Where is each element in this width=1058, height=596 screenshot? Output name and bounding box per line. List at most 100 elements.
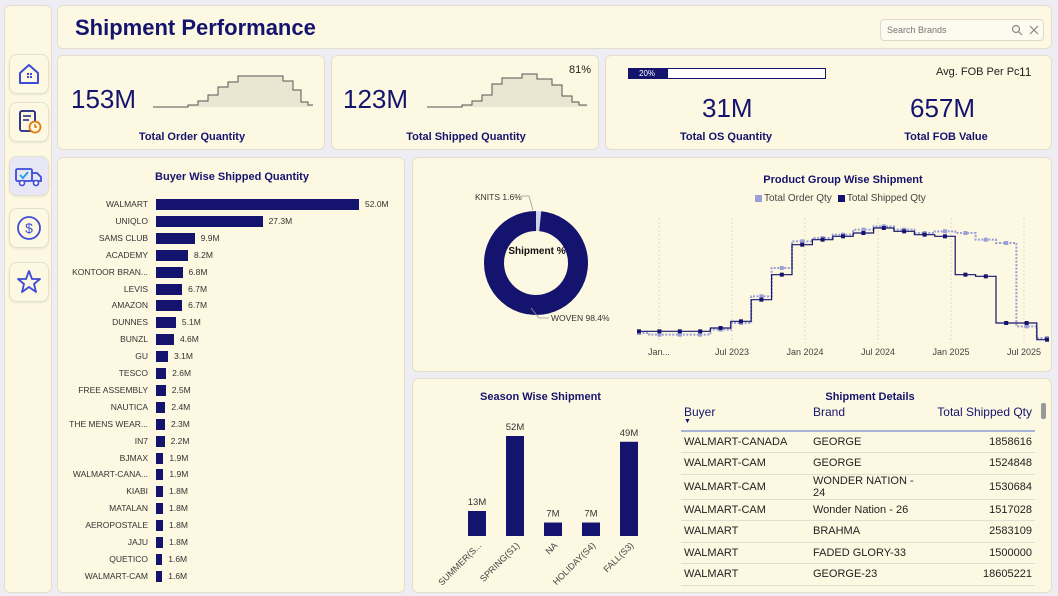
- x-tick-label: Jan 2024: [786, 347, 823, 357]
- buyer-label: MATALAN: [109, 503, 148, 514]
- series-point[interactable]: [1004, 241, 1009, 245]
- buyer-bar[interactable]: [156, 317, 176, 329]
- buyer-bar[interactable]: [156, 384, 166, 396]
- table-scrollbar[interactable]: [1041, 403, 1046, 419]
- series-point[interactable]: [1045, 337, 1049, 342]
- buyer-bar[interactable]: [156, 368, 167, 379]
- buyer-bar[interactable]: [156, 249, 188, 261]
- season-bar[interactable]: [620, 441, 638, 536]
- series-point[interactable]: [922, 232, 927, 237]
- truck-check-icon: [15, 168, 42, 187]
- buyer-label: BUNZL: [120, 334, 148, 345]
- donut-slice[interactable]: [484, 211, 588, 315]
- table-row[interactable]: WALMART FADED GLORY-33 1500000: [681, 542, 1035, 564]
- series-point[interactable]: [637, 329, 641, 334]
- series-order-line[interactable]: [639, 225, 1047, 339]
- buyer-bar[interactable]: [156, 553, 163, 565]
- buyer-bar[interactable]: [156, 503, 164, 515]
- buyer-bar[interactable]: [156, 283, 183, 295]
- series-point[interactable]: [983, 274, 988, 279]
- buyer-chart-title: Buyer Wise Shipped Quantity: [155, 171, 309, 183]
- col-buyer[interactable]: Buyer ▼: [681, 405, 810, 432]
- series-point[interactable]: [820, 237, 825, 242]
- brand-cell: GEORGE-23: [810, 563, 931, 586]
- buyer-bar[interactable]: [156, 215, 263, 227]
- series-shipped-line[interactable]: [639, 227, 1047, 341]
- season-bar[interactable]: [468, 511, 486, 536]
- season-bar[interactable]: [506, 436, 524, 536]
- series-point[interactable]: [963, 272, 968, 277]
- buyer-bar[interactable]: [156, 199, 359, 210]
- buyer-bar-value: 27.3M: [268, 215, 293, 226]
- order-qty-label: Total Order Quantity: [138, 131, 246, 143]
- buyer-bar-value: 2.6M: [172, 368, 192, 378]
- series-point[interactable]: [943, 234, 947, 239]
- buyer-bar[interactable]: [156, 469, 164, 481]
- buyer-bar[interactable]: [156, 537, 164, 548]
- buyer-bar[interactable]: [156, 334, 174, 346]
- search-icon[interactable]: [1011, 24, 1023, 36]
- buyer-label: WALMART-CAM: [84, 570, 148, 581]
- search-box[interactable]: Search Brands: [880, 19, 1044, 41]
- season-category-label: SPRING(S1): [478, 540, 521, 583]
- series-point[interactable]: [963, 231, 968, 235]
- buyer-chart-panel: Buyer Wise Shipped Quantity WALMART 52.0M…: [57, 157, 405, 593]
- col-total-shipped[interactable]: Total Shipped Qty: [931, 405, 1035, 432]
- series-point[interactable]: [718, 326, 723, 330]
- col-brand[interactable]: Brand: [810, 405, 931, 432]
- x-tick-label: Jul 2024: [861, 347, 895, 357]
- buyer-bar[interactable]: [156, 401, 166, 413]
- series-point[interactable]: [779, 272, 784, 277]
- buyer-bar[interactable]: [156, 351, 169, 363]
- buyer-bar[interactable]: [156, 300, 183, 312]
- product-legend: Total Order Qty Total Shipped Qty: [755, 193, 926, 204]
- table-row[interactable]: WALMART BRAHMA 2583109: [681, 520, 1035, 543]
- buyer-bar[interactable]: [156, 435, 165, 447]
- series-point[interactable]: [759, 297, 764, 302]
- buyer-bar[interactable]: [156, 232, 195, 244]
- table-row[interactable]: WALMART GEORGE-23 18605221: [681, 563, 1035, 586]
- table-row[interactable]: WALMART-CANADA GEORGE 1858616: [681, 431, 1035, 453]
- series-point[interactable]: [800, 242, 805, 247]
- series-point[interactable]: [677, 329, 682, 334]
- nav-finance[interactable]: $: [9, 208, 49, 248]
- brand-cell: WONDER NATION - 24: [810, 474, 931, 500]
- nav-home[interactable]: [9, 54, 49, 94]
- table-row[interactable]: WALMART-CAM WONDER NATION - 24 1530684: [681, 474, 1035, 500]
- report-clock-icon: [19, 110, 42, 134]
- close-icon[interactable]: [1029, 25, 1039, 35]
- series-point[interactable]: [779, 266, 784, 270]
- buyer-bar[interactable]: [156, 418, 165, 430]
- table-row[interactable]: WALMART-CAM Wonder Nation - 26 1517028: [681, 499, 1035, 521]
- series-point[interactable]: [739, 319, 743, 324]
- series-point[interactable]: [841, 234, 845, 239]
- nav-favorites[interactable]: [9, 262, 49, 302]
- series-point[interactable]: [861, 231, 866, 235]
- nav-shipment[interactable]: [9, 156, 49, 196]
- series-point[interactable]: [881, 226, 886, 230]
- buyer-bar-value: 1.8M: [169, 486, 188, 497]
- series-point[interactable]: [902, 229, 907, 234]
- dollar-icon: $: [17, 216, 41, 240]
- shipped-qty-cell: 1524848: [931, 452, 1035, 475]
- series-point[interactable]: [657, 329, 662, 334]
- buyer-bar[interactable]: [156, 266, 183, 278]
- buyer-label: SAMS CLUB: [98, 232, 148, 243]
- series-point[interactable]: [1004, 321, 1009, 325]
- season-bar[interactable]: [582, 522, 600, 536]
- buyer-bar[interactable]: [156, 520, 164, 532]
- series-point[interactable]: [1024, 321, 1029, 325]
- season-bar[interactable]: [544, 522, 562, 536]
- series-point[interactable]: [943, 229, 947, 234]
- series-point[interactable]: [983, 237, 988, 242]
- buyer-bar[interactable]: [156, 486, 164, 498]
- buyer-bar[interactable]: [156, 452, 164, 464]
- buyer-bar[interactable]: [156, 570, 163, 582]
- search-input[interactable]: Search Brands: [887, 25, 947, 35]
- brand-cell: GEORGE: [810, 431, 931, 453]
- nav-report[interactable]: [9, 102, 49, 142]
- series-point[interactable]: [698, 329, 703, 334]
- buyer-bar-value: 1.6M: [168, 570, 188, 581]
- legend-swatch-order: [755, 195, 762, 202]
- table-row[interactable]: WALMART-CAM GEORGE 1524848: [681, 452, 1035, 475]
